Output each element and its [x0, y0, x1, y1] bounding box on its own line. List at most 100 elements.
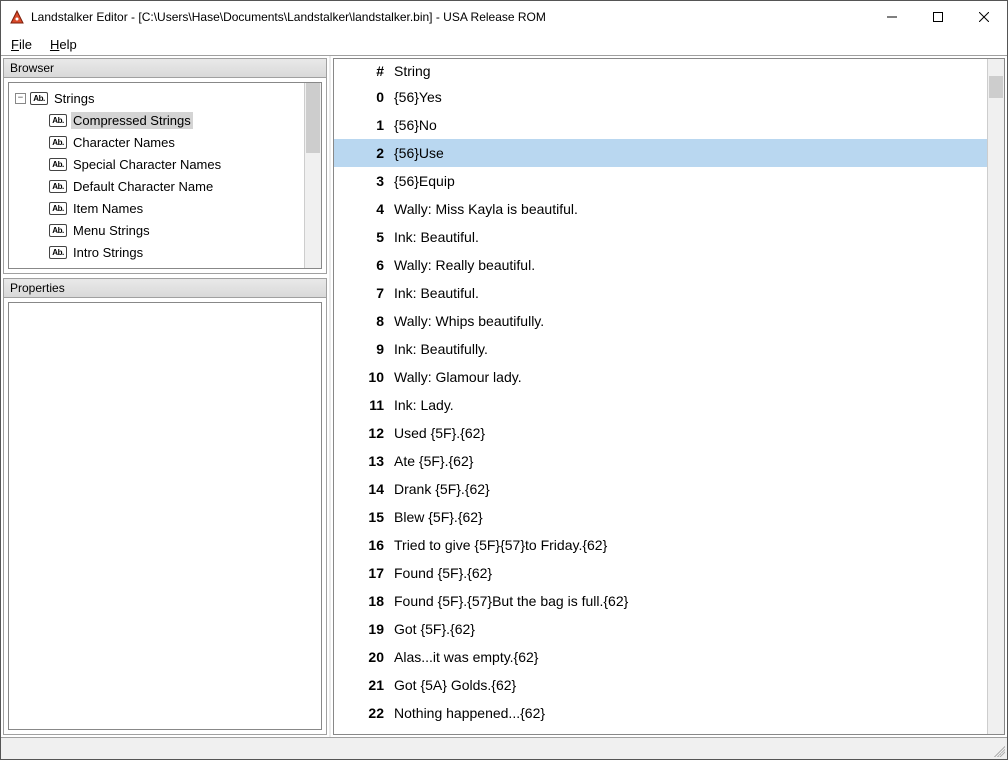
string-category-icon: Ab.: [49, 202, 67, 215]
row-number: 4: [342, 201, 394, 217]
right-pane: #String0{56}Yes1{56}No2{56}Use3{56}Equip…: [331, 56, 1007, 737]
row-number: 1: [342, 117, 394, 133]
list-row[interactable]: 21Got {5A} Golds.{62}: [334, 671, 987, 699]
string-category-icon: Ab.: [49, 246, 67, 259]
tree-item[interactable]: Ab. Item Names: [13, 197, 321, 219]
collapse-icon[interactable]: −: [15, 93, 26, 104]
row-number: 18: [342, 593, 394, 609]
row-number: 8: [342, 313, 394, 329]
string-category-icon: Ab.: [49, 136, 67, 149]
row-number: 15: [342, 509, 394, 525]
list-row[interactable]: 2{56}Use: [334, 139, 987, 167]
row-string: Tried to give {5F}{57}to Friday.{62}: [394, 537, 987, 553]
tree-item[interactable]: Ab. Special Character Names: [13, 153, 321, 175]
row-number: 22: [342, 705, 394, 721]
row-number: 10: [342, 369, 394, 385]
menu-help[interactable]: Help: [46, 35, 81, 54]
list-row[interactable]: 11Ink: Lady.: [334, 391, 987, 419]
list-row[interactable]: 3{56}Equip: [334, 167, 987, 195]
maximize-button[interactable]: [915, 1, 961, 33]
row-number: 14: [342, 481, 394, 497]
tree-label: Menu Strings: [71, 222, 152, 239]
list-header[interactable]: #String: [334, 59, 987, 83]
row-string: Blew {5F}.{62}: [394, 509, 987, 525]
row-string: Used {5F}.{62}: [394, 425, 987, 441]
row-number: 16: [342, 537, 394, 553]
app-icon: [9, 9, 25, 25]
col-header-num[interactable]: #: [342, 63, 394, 79]
properties-panel-header: Properties: [4, 279, 326, 298]
list-row[interactable]: 9Ink: Beautifully.: [334, 335, 987, 363]
tree-scrollbar[interactable]: [304, 83, 321, 268]
row-string: Ink: Beautifully.: [394, 341, 987, 357]
row-string: Wally: Whips beautifully.: [394, 313, 987, 329]
row-string: Nothing happened...{62}: [394, 705, 987, 721]
row-number: 11: [342, 397, 394, 413]
menu-file[interactable]: File: [7, 35, 36, 54]
list-row[interactable]: 0{56}Yes: [334, 83, 987, 111]
row-string: Ink: Beautiful.: [394, 285, 987, 301]
row-number: 12: [342, 425, 394, 441]
row-string: {56}Use: [394, 145, 987, 161]
tree-item[interactable]: Ab. Default Character Name: [13, 175, 321, 197]
string-category-icon: Ab.: [49, 158, 67, 171]
list-row[interactable]: 18Found {5F}.{57}But the bag is full.{62…: [334, 587, 987, 615]
list-row[interactable]: 22Nothing happened...{62}: [334, 699, 987, 727]
list-row[interactable]: 15Blew {5F}.{62}: [334, 503, 987, 531]
list-row[interactable]: 7Ink: Beautiful.: [334, 279, 987, 307]
row-number: 20: [342, 649, 394, 665]
list-row[interactable]: 20Alas...it was empty.{62}: [334, 643, 987, 671]
tree-view[interactable]: −Ab.StringsAb.Compressed StringsAb.Chara…: [8, 82, 322, 269]
row-number: 7: [342, 285, 394, 301]
list-row[interactable]: 5Ink: Beautiful.: [334, 223, 987, 251]
row-number: 9: [342, 341, 394, 357]
tree-label: Default Character Name: [71, 178, 215, 195]
tree-item[interactable]: Ab. Intro Strings: [13, 241, 321, 263]
list-row[interactable]: 6Wally: Really beautiful.: [334, 251, 987, 279]
tree-label: Intro Strings: [71, 244, 145, 261]
list-row[interactable]: 12Used {5F}.{62}: [334, 419, 987, 447]
tree-item[interactable]: Ab. Menu Strings: [13, 219, 321, 241]
properties-body[interactable]: [8, 302, 322, 730]
menubar: File Help: [1, 33, 1007, 55]
row-string: Ate {5F}.{62}: [394, 453, 987, 469]
resize-grip[interactable]: [991, 743, 1005, 757]
list-row[interactable]: 13Ate {5F}.{62}: [334, 447, 987, 475]
tree-root[interactable]: −Ab.Strings: [13, 87, 321, 109]
list-row[interactable]: 10Wally: Glamour lady.: [334, 363, 987, 391]
row-string: Wally: Glamour lady.: [394, 369, 987, 385]
col-header-string[interactable]: String: [394, 63, 987, 79]
row-number: 6: [342, 257, 394, 273]
tree-label: Special Character Names: [71, 156, 223, 173]
row-string: Ink: Beautiful.: [394, 229, 987, 245]
list-row[interactable]: 19Got {5F}.{62}: [334, 615, 987, 643]
list-row[interactable]: 17Found {5F}.{62}: [334, 559, 987, 587]
left-pane: Browser −Ab.StringsAb.Compressed Strings…: [1, 56, 331, 737]
string-category-icon: Ab.: [49, 180, 67, 193]
row-number: 0: [342, 89, 394, 105]
row-string: Drank {5F}.{62}: [394, 481, 987, 497]
minimize-button[interactable]: [869, 1, 915, 33]
string-list[interactable]: #String0{56}Yes1{56}No2{56}Use3{56}Equip…: [333, 58, 1005, 735]
list-row[interactable]: 4Wally: Miss Kayla is beautiful.: [334, 195, 987, 223]
tree-item[interactable]: Ab.Compressed Strings: [13, 109, 321, 131]
row-number: 3: [342, 173, 394, 189]
row-string: Ink: Lady.: [394, 397, 987, 413]
tree-label: Item Names: [71, 200, 145, 217]
string-category-icon: Ab.: [30, 92, 48, 105]
properties-panel: Properties: [3, 278, 327, 735]
list-row[interactable]: 14Drank {5F}.{62}: [334, 475, 987, 503]
statusbar: [1, 737, 1007, 759]
row-number: 5: [342, 229, 394, 245]
close-button[interactable]: [961, 1, 1007, 33]
row-string: Got {5A} Golds.{62}: [394, 677, 987, 693]
list-row[interactable]: 8Wally: Whips beautifully.: [334, 307, 987, 335]
string-category-icon: Ab.: [49, 224, 67, 237]
titlebar[interactable]: Landstalker Editor - [C:\Users\Hase\Docu…: [1, 1, 1007, 33]
tree-item[interactable]: Ab.Character Names: [13, 131, 321, 153]
row-string: Found {5F}.{62}: [394, 565, 987, 581]
row-string: {56}Equip: [394, 173, 987, 189]
list-row[interactable]: 16Tried to give {5F}{57}to Friday.{62}: [334, 531, 987, 559]
list-row[interactable]: 1{56}No: [334, 111, 987, 139]
list-scrollbar[interactable]: [987, 59, 1004, 734]
